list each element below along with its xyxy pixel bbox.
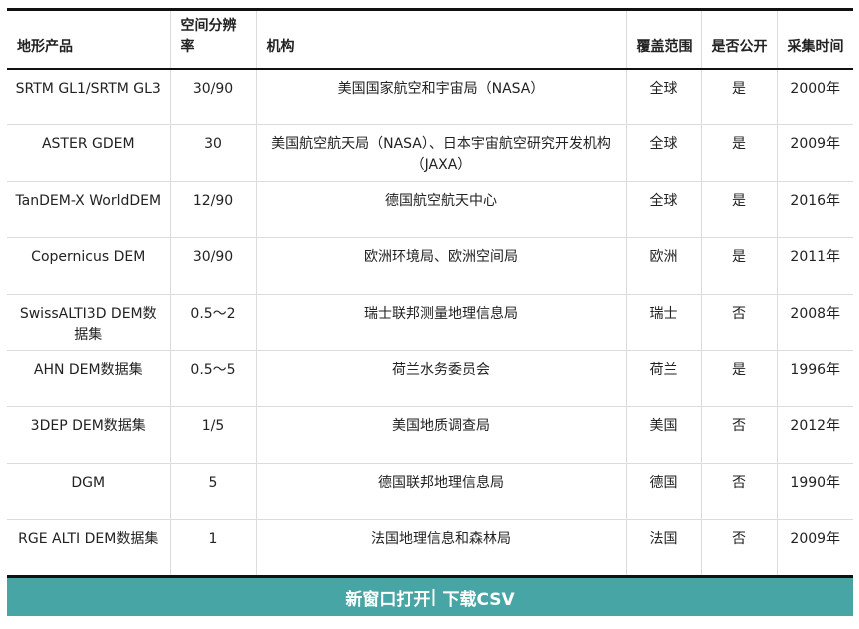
cell-resolution: 1/5 [169, 406, 256, 464]
cell-agency: 瑞士联邦测量地理信息局 [255, 294, 626, 351]
header-product: 地形产品 [7, 8, 170, 70]
cell-public: 否 [700, 519, 777, 578]
cell-public: 是 [700, 68, 777, 126]
table-body: SRTM GL1/SRTM GL3 30/90 美国国家航空和宇宙局（NASA） 全球… [7, 68, 853, 578]
table-header-row: 地形产品 空间分辨率 机构 覆盖范围 是否公开 采集时间 [7, 8, 853, 70]
cell-product: 3DEP DEM数据集 [7, 406, 170, 464]
cell-coverage: 瑞士 [625, 294, 701, 351]
cell-resolution: 30/90 [169, 237, 256, 295]
cell-agency: 荷兰水务委员会 [255, 350, 626, 408]
cell-year: 1990年 [776, 463, 853, 521]
header-public: 是否公开 [700, 8, 777, 70]
cell-product: RGE ALTI DEM数据集 [7, 519, 170, 578]
cell-agency: 美国国家航空和宇宙局（NASA） [255, 68, 626, 126]
cell-coverage: 荷兰 [625, 350, 701, 408]
cell-coverage: 欧洲 [625, 237, 701, 295]
table-row: RGE ALTI DEM数据集 1 法国地理信息和森林局 法国否 2009年 [7, 519, 853, 578]
table-row: SRTM GL1/SRTM GL3 30/90 美国国家航空和宇宙局（NASA） 全球… [7, 68, 853, 126]
table-row: AHN DEM数据集 0.5～5 荷兰水务委员会 荷兰是 1996年 [7, 350, 853, 408]
cell-year: 2011年 [776, 237, 853, 295]
cell-public: 否 [700, 463, 777, 521]
header-coverage: 覆盖范围 [625, 8, 701, 70]
cell-resolution: 0.5～5 [169, 350, 256, 408]
cell-public: 是 [700, 350, 777, 408]
cell-coverage: 全球 [625, 124, 701, 182]
cell-agency: 德国联邦地理信息局 [255, 463, 626, 521]
header-agency: 机构 [255, 8, 626, 70]
table-row: 3DEP DEM数据集 1/5 美国地质调查局 美国否 2012年 [7, 406, 853, 464]
cell-public: 是 [700, 124, 777, 182]
cell-resolution: 30 [169, 124, 256, 182]
cell-coverage: 全球 [625, 68, 701, 126]
cell-year: 2009年 [776, 519, 853, 578]
cell-year: 2012年 [776, 406, 853, 464]
cell-public: 否 [700, 406, 777, 464]
cell-product: TanDEM-X WorldDEM [7, 181, 170, 239]
cell-resolution: 5 [169, 463, 256, 521]
cell-product: AHN DEM数据集 [7, 350, 170, 408]
cell-agency: 美国地质调查局 [255, 406, 626, 464]
table-row: DGM 5 德国联邦地理信息局 德国否 1990年 [7, 463, 853, 521]
table-row: TanDEM-X WorldDEM 12/90 德国航空航天中心 全球是 2016年 [7, 181, 853, 239]
cell-public: 是 [700, 237, 777, 295]
cell-product: Copernicus DEM [7, 237, 170, 295]
cell-year: 2000年 [776, 68, 853, 126]
cell-agency: 欧洲环境局、欧洲空间局 [255, 237, 626, 295]
cell-agency: 美国航空航天局（NASA）、日本宇宙航空研究开发机构（JAXA） [255, 124, 626, 182]
cell-public: 否 [700, 294, 777, 351]
cell-year: 2008年 [776, 294, 853, 351]
cell-year: 2016年 [776, 181, 853, 239]
cell-resolution: 30/90 [169, 68, 256, 126]
data-table-container: 地形产品 空间分辨率 机构 覆盖范围 是否公开 采集时间 SRTM GL1/SR… [7, 8, 853, 578]
cell-coverage: 全球 [625, 181, 701, 239]
table-row: Copernicus DEM 30/90 欧洲环境局、欧洲空间局 欧洲是 2011年 [7, 237, 853, 295]
cell-resolution: 1 [169, 519, 256, 578]
cell-resolution: 12/90 [169, 181, 256, 239]
cell-year: 1996年 [776, 350, 853, 408]
cell-product: DGM [7, 463, 170, 521]
header-year: 采集时间 [776, 8, 853, 70]
download-csv-link[interactable]: 下载CSV [437, 585, 514, 610]
cell-resolution: 0.5～2 [169, 294, 256, 351]
cell-coverage: 德国 [625, 463, 701, 521]
cell-product: SwissALTI3D DEM数据集 [7, 294, 170, 351]
cell-year: 2009年 [776, 124, 853, 182]
header-resolution: 空间分辨率 [169, 8, 256, 70]
cell-coverage: 法国 [625, 519, 701, 578]
open-new-window-link[interactable]: 新窗口打开 [345, 585, 430, 610]
dem-products-table: 地形产品 空间分辨率 机构 覆盖范围 是否公开 采集时间 SRTM GL1/SR… [7, 8, 853, 578]
cell-product: ASTER GDEM [7, 124, 170, 182]
cell-public: 是 [700, 181, 777, 239]
table-footer-bar: 新窗口打开 | 下载CSV [7, 578, 853, 616]
cell-coverage: 美国 [625, 406, 701, 464]
cell-agency: 法国地理信息和森林局 [255, 519, 626, 578]
cell-agency: 德国航空航天中心 [255, 181, 626, 239]
cell-product: SRTM GL1/SRTM GL3 [7, 68, 170, 126]
table-row: SwissALTI3D DEM数据集 0.5～2 瑞士联邦测量地理信息局 瑞士否 200… [7, 294, 853, 351]
table-row: ASTER GDEM 30 美国航空航天局（NASA）、日本宇宙航空研究开发机构（J… [7, 124, 853, 182]
